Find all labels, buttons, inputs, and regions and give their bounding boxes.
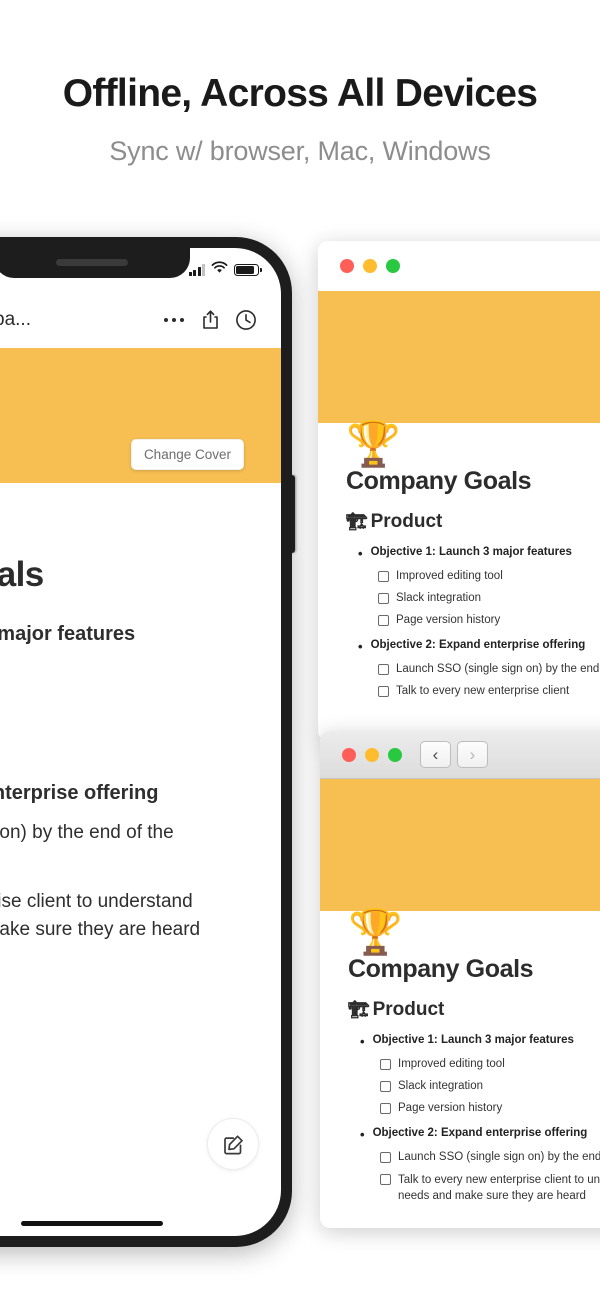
checkbox-icon[interactable] (378, 593, 389, 604)
list-item[interactable]: Slack integration (380, 1080, 600, 1092)
phone-side-button[interactable] (291, 475, 295, 553)
checkbox-icon[interactable] (380, 1103, 391, 1114)
checkbox-icon[interactable] (380, 1081, 391, 1092)
list-item[interactable]: • Objective 2: Expand enterprise offerin… (358, 639, 600, 653)
list-item[interactable]: Launch SSO (single sign on) by the end o… (378, 663, 600, 675)
phone-page-title[interactable]: Compa... (0, 309, 31, 331)
list-item[interactable]: Improved editing tool (380, 1058, 600, 1070)
signal-bars-icon (188, 264, 205, 276)
bullet-icon: • (358, 639, 363, 654)
traffic-lights (342, 747, 402, 762)
phone-task-launch-sso[interactable]: Launch SSO (single sign on) by the end o… (0, 819, 215, 874)
phone-objective-1[interactable]: Objective 1: Launch 3 major features (0, 623, 281, 646)
phone-page-header: 🏆 Compa... (0, 292, 281, 348)
close-window-icon[interactable] (340, 259, 354, 273)
doc-title-back[interactable]: Company Goals (346, 467, 600, 496)
list-item[interactable]: Improved editing tool (378, 570, 600, 582)
phone-task-page-version-history[interactable]: Page version history (0, 732, 281, 754)
navigation-buttons: ‹ › (420, 741, 488, 768)
zoom-window-icon[interactable] (388, 747, 402, 762)
list-item[interactable]: Slack integration (378, 592, 600, 604)
window-titlebar-front: ‹ › (320, 731, 600, 779)
wifi-icon (211, 261, 228, 279)
list-item[interactable]: Page version history (380, 1102, 600, 1114)
page-subtitle: Sync w/ browser, Mac, Windows (109, 136, 491, 166)
bullet-icon: • (358, 546, 363, 561)
zoom-window-icon[interactable] (386, 259, 400, 273)
phone-speaker (56, 259, 128, 266)
window-document-back: 🏆 Company Goals 🏗 Product • Objective 1: … (318, 423, 600, 697)
phone-objective-2[interactable]: Objective 2: Expand enterprise offering (0, 782, 281, 805)
list-item[interactable]: Launch SSO (single sign on) by the end o… (380, 1151, 600, 1163)
phone-doc-title[interactable]: Company Goals (0, 555, 281, 595)
phone-notch (0, 248, 190, 278)
doc-title-front[interactable]: Company Goals (348, 955, 600, 984)
crane-icon: 🏗 (348, 1000, 370, 1019)
mac-window-front[interactable]: ‹ › 🏆 Company Goals 🏗 Product • Objective… (320, 731, 600, 1228)
mac-window-back[interactable]: 🏆 Company Goals 🏗 Product • Objective 1: … (318, 241, 600, 741)
checkbox-icon[interactable] (378, 571, 389, 582)
minimize-window-icon[interactable] (365, 747, 379, 762)
minimize-window-icon[interactable] (363, 259, 377, 273)
bullet-icon: • (360, 1034, 365, 1049)
checkbox-icon[interactable] (378, 615, 389, 626)
phone-document-body: Company Goals Objective 1: Launch 3 majo… (0, 483, 281, 943)
phone-task-improved-editing-tool[interactable]: Improved editing tool (0, 660, 281, 682)
phone-task-slack-integration[interactable]: Slack integration (0, 696, 281, 718)
list-item[interactable]: Talk to every new enterprise client (378, 685, 600, 697)
traffic-lights (340, 259, 400, 273)
back-button[interactable]: ‹ (420, 741, 451, 768)
page-title: Offline, Across All Devices (62, 72, 538, 115)
list-item[interactable]: • Objective 1: Launch 3 major features (358, 546, 600, 560)
window-document-front: 🏆 Company Goals 🏗 Product • Objective 1: … (320, 911, 600, 1204)
window-titlebar-back (318, 241, 600, 291)
phone-screen: 🏆 Compa... (0, 248, 281, 1236)
compose-edit-icon[interactable] (207, 1118, 259, 1170)
bullet-icon: • (360, 1127, 365, 1142)
doc-section-product-back[interactable]: 🏗 Product (346, 511, 600, 533)
list-item[interactable]: • Objective 2: Expand enterprise offerin… (360, 1127, 600, 1141)
checkbox-icon[interactable] (378, 664, 389, 675)
forward-button[interactable]: › (457, 741, 488, 768)
doc-section-product-front[interactable]: 🏗 Product (348, 999, 600, 1021)
crane-icon: 🏗 (346, 512, 368, 531)
list-item[interactable]: Page version history (378, 614, 600, 626)
checkbox-icon[interactable] (378, 686, 389, 697)
phone-cover-image: Change Cover (0, 348, 281, 483)
window-cover-image-back (318, 291, 600, 423)
clock-history-icon[interactable] (233, 307, 259, 333)
more-options-icon[interactable] (161, 307, 187, 333)
close-window-icon[interactable] (342, 747, 356, 762)
home-indicator (21, 1221, 163, 1226)
list-item[interactable]: Talk to every new enterprise client to u… (380, 1173, 600, 1204)
window-cover-image-front (320, 779, 600, 911)
checkbox-icon[interactable] (380, 1059, 391, 1070)
trophy-icon: 🏆 (346, 420, 401, 469)
trophy-icon: 🏆 (348, 908, 403, 957)
phone-mockup: 🏆 Compa... (0, 237, 295, 1247)
list-item[interactable]: • Objective 1: Launch 3 major features (360, 1034, 600, 1048)
share-icon[interactable] (197, 307, 223, 333)
checkbox-icon[interactable] (380, 1152, 391, 1163)
promo-screenshot: Offline, Across All Devices Sync w/ brow… (0, 0, 600, 1299)
change-cover-button[interactable]: Change Cover (130, 439, 244, 470)
phone-task-talk-to-clients[interactable]: Talk to every new enterprise client to u… (0, 888, 215, 943)
checkbox-icon[interactable] (380, 1174, 391, 1185)
battery-icon (234, 264, 262, 276)
